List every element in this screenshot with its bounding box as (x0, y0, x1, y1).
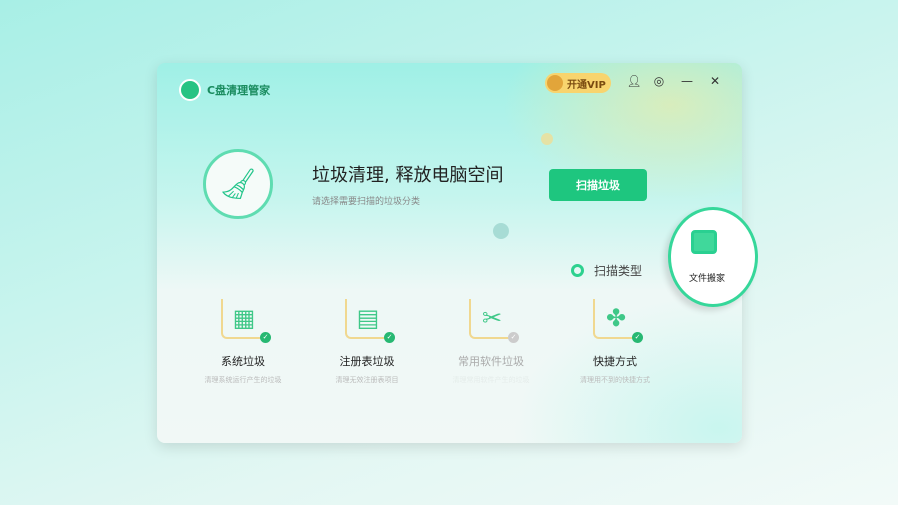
windows-icon: ▦ ✓ (221, 299, 271, 343)
user-icon[interactable]: 👤︎ (625, 74, 643, 88)
page-subtitle: 请选择需要扫描的垃圾分类 (312, 197, 421, 207)
category-name: 系统垃圾 (221, 355, 265, 368)
vip-label: 开通VIP (567, 79, 606, 91)
minimize-button[interactable]: — (678, 74, 696, 88)
file-mover-label: 文件搬家 (689, 274, 726, 284)
category-system[interactable]: ▦ ✓ 系统垃圾清理系统运行产生的垃圾 (181, 299, 305, 385)
category-name: 常用软件垃圾 (458, 355, 524, 368)
category-name: 注册表垃圾 (339, 355, 395, 368)
settings-icon[interactable]: ◎ (650, 74, 668, 88)
category-desc: 清理无效注册表项目 (335, 376, 399, 384)
tools-icon: ✂ ✓ (469, 299, 519, 343)
check-icon[interactable]: ✓ (260, 332, 271, 343)
check-icon[interactable]: ✓ (508, 332, 519, 343)
category-shortcuts[interactable]: ✤ ✓ 快捷方式清理用不到的快捷方式 (553, 299, 677, 385)
clover-icon: ✤ ✓ (593, 299, 643, 343)
category-desc: 清理常用软件产生的垃圾 (452, 376, 530, 384)
app-title: C盘清理管家 (207, 84, 271, 97)
logo-icon (179, 79, 201, 101)
app-logo: C盘清理管家 (179, 79, 270, 101)
file-mover-button[interactable]: 文件搬家 (668, 207, 758, 307)
check-icon[interactable]: ✓ (632, 332, 643, 343)
document-icon: ▤ ✓ (345, 299, 395, 343)
category-desc: 清理系统运行产生的垃圾 (204, 376, 282, 384)
vip-coin-icon (547, 75, 563, 91)
category-software[interactable]: ✂ ✓ 常用软件垃圾清理常用软件产生的垃圾 (429, 299, 553, 385)
close-button[interactable]: ✕ (706, 74, 724, 88)
page-title: 垃圾清理, 释放电脑空间 (312, 165, 504, 186)
category-registry[interactable]: ▤ ✓ 注册表垃圾清理无效注册表项目 (305, 299, 429, 385)
vip-button[interactable]: 开通VIP (545, 73, 611, 93)
category-name: 快捷方式 (593, 355, 637, 368)
scan-button[interactable]: 扫描垃圾 (549, 169, 647, 201)
scan-type-label: 扫描类型 (571, 262, 642, 279)
category-desc: 清理用不到的快捷方式 (580, 376, 650, 384)
drive-icon (691, 230, 717, 254)
app-window: C盘清理管家 开通VIP 👤︎ ◎ — ✕ 🧹︎ 垃圾清理, 释放电脑空间 请选… (157, 63, 742, 443)
broom-icon: 🧹︎ (203, 149, 273, 219)
radar-icon (571, 264, 584, 277)
check-icon[interactable]: ✓ (384, 332, 395, 343)
